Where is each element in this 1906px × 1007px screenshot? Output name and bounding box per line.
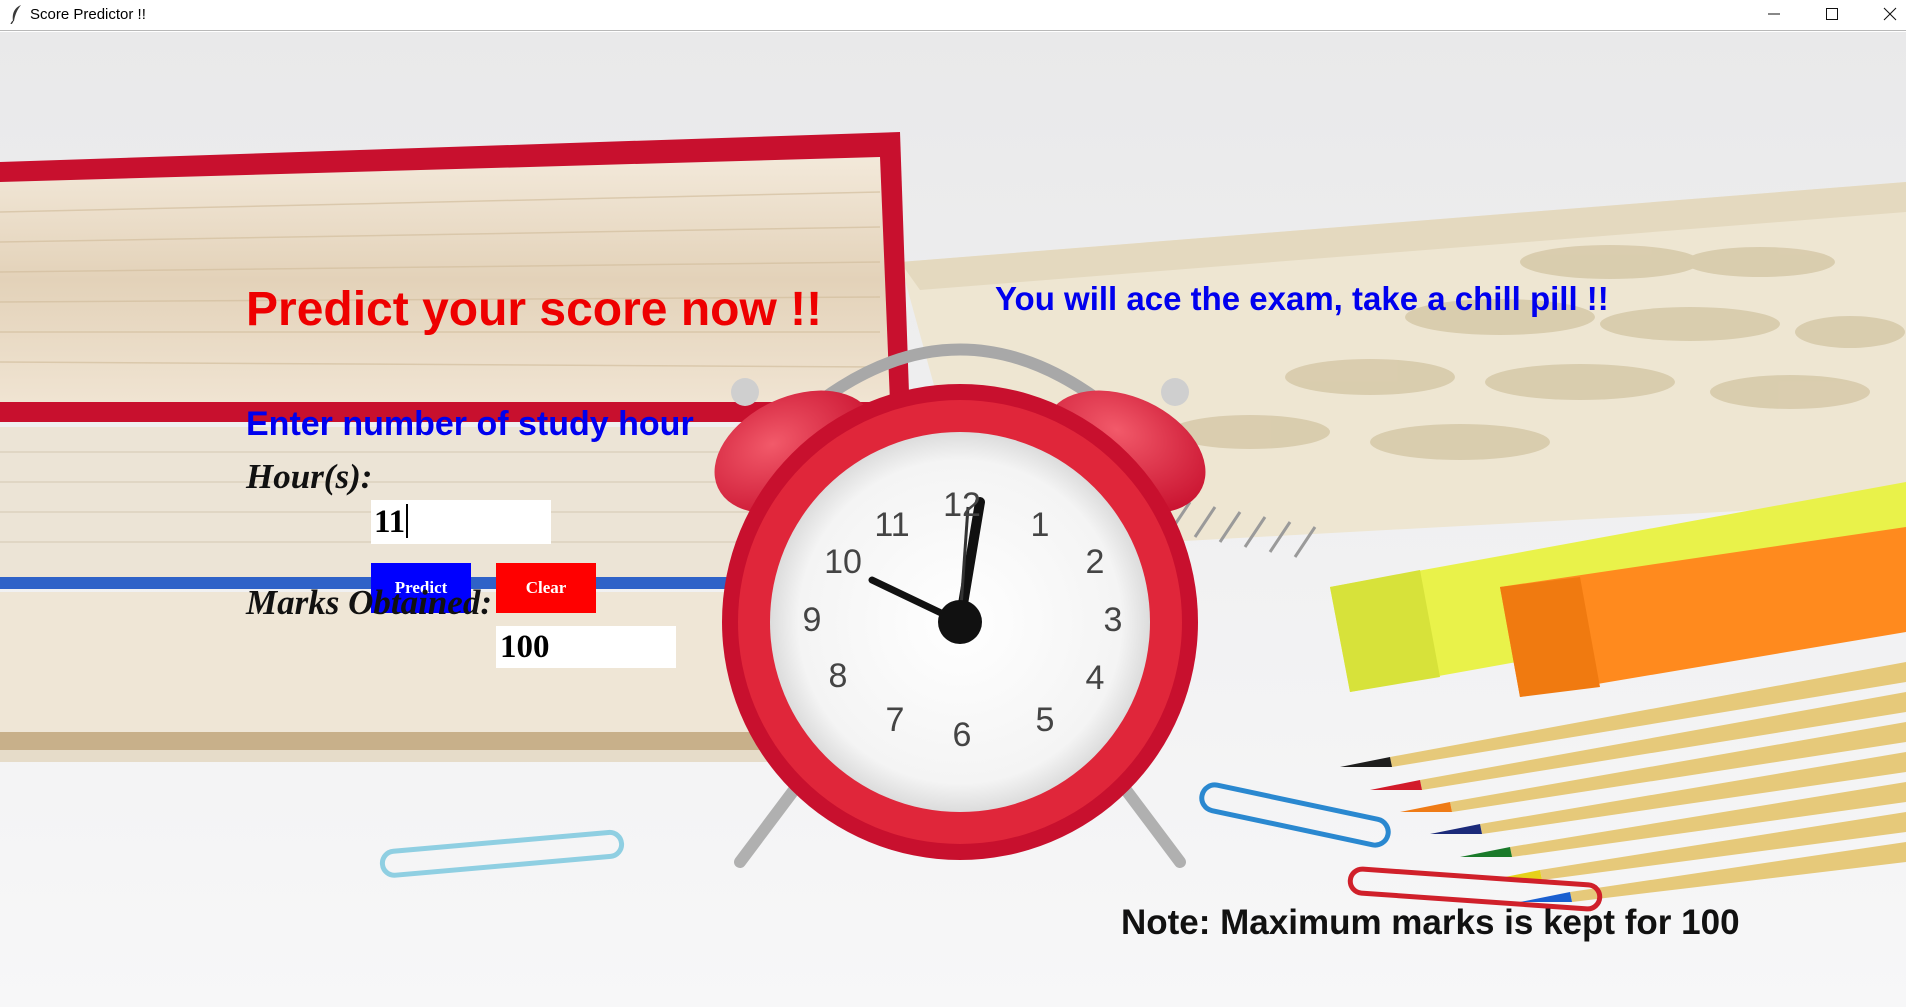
clear-button[interactable]: Clear <box>496 563 596 613</box>
marks-output[interactable]: 100 <box>496 626 676 668</box>
clock-numeral: 7 <box>886 701 905 739</box>
motto-text: You will ace the exam, take a chill pill… <box>995 280 1609 317</box>
clock-numeral: 8 <box>829 657 848 695</box>
text-caret <box>406 504 409 538</box>
window-title: Score Predictor !! <box>30 6 146 23</box>
clock-numeral: 4 <box>1086 659 1105 697</box>
close-icon <box>1883 7 1897 21</box>
marks-label: Marks Obtained: <box>246 583 492 622</box>
app-canvas: 12 1 2 3 4 5 6 7 8 9 10 11 Predict your … <box>0 32 1906 1007</box>
study-hours-prompt: Enter number of study hour <box>246 405 694 443</box>
clock-numeral: 3 <box>1104 601 1123 639</box>
clock-numeral: 2 <box>1086 543 1105 581</box>
close-button[interactable] <box>1860 0 1906 28</box>
window-titlebar: Score Predictor !! <box>0 0 1906 31</box>
maximize-button[interactable] <box>1802 0 1860 28</box>
clock-numeral: 11 <box>874 506 909 544</box>
clock-numeral: 5 <box>1036 701 1055 739</box>
clock-numeral: 12 <box>943 486 981 524</box>
maximize-icon <box>1826 8 1838 20</box>
hours-label: Hour(s): <box>246 457 373 496</box>
clock-numeral: 1 <box>1031 506 1050 544</box>
max-marks-note: Note: Maximum marks is kept for 100 <box>1121 903 1740 942</box>
headline-text: Predict your score now !! <box>246 283 823 336</box>
minimize-icon <box>1768 13 1780 15</box>
hours-input[interactable]: 11 <box>371 500 551 544</box>
minimize-button[interactable] <box>1744 0 1802 28</box>
clock-numeral: 10 <box>824 543 862 581</box>
hours-input-value: 11 <box>374 504 406 540</box>
clock-numeral: 6 <box>953 716 972 754</box>
feather-icon <box>10 5 21 24</box>
background-photo: 12 1 2 3 4 5 6 7 8 9 10 11 <box>0 32 1906 1007</box>
clock-numeral: 9 <box>803 601 822 639</box>
